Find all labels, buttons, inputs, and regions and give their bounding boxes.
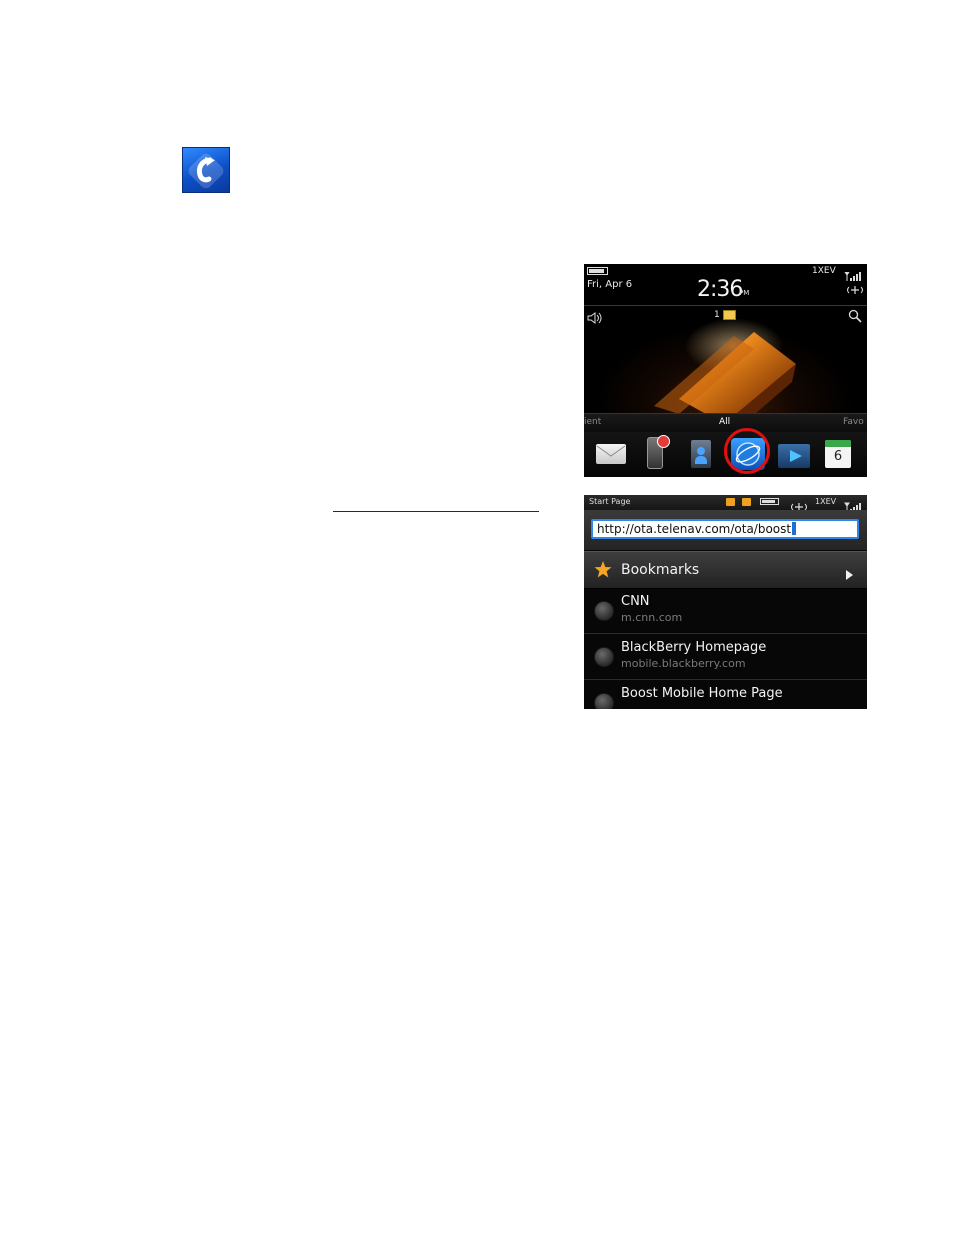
bookmark-item[interactable]: BlackBerry Homepage mobile.blackberry.co… [584, 634, 867, 680]
message-icon [742, 498, 751, 506]
divider [584, 305, 867, 306]
network-label: 1XEV [812, 266, 836, 276]
star-icon [594, 561, 612, 582]
bookmark-item[interactable]: CNN m.cnn.com [584, 588, 867, 634]
telenav-app-icon [182, 147, 230, 193]
messenger-icon[interactable] [647, 435, 670, 469]
bookmarks-row[interactable]: Bookmarks [584, 551, 867, 589]
search-icon[interactable] [848, 308, 862, 327]
contacts-icon[interactable] [691, 440, 711, 468]
globe-icon [594, 693, 614, 709]
app-tabs: ient All Favo [584, 413, 867, 432]
date-label: Fri, Apr 6 [587, 279, 633, 290]
url-input[interactable]: http://ota.telenav.com/ota/boost [591, 519, 859, 539]
browser-screen: Start Page 1XEV http://ota.telenav.com/o… [584, 495, 867, 709]
message-notification-icon[interactable] [723, 310, 736, 320]
chevron-right-icon [846, 565, 853, 584]
bookmark-title: BlackBerry Homepage [621, 640, 767, 655]
battery-icon [587, 267, 608, 275]
link-underline [333, 511, 539, 512]
text-cursor [792, 522, 797, 535]
notification-count: 1 [714, 310, 720, 320]
bookmark-url: m.cnn.com [621, 611, 683, 624]
sound-icon[interactable] [587, 309, 603, 328]
tab-recent[interactable]: ient [584, 417, 601, 427]
clock-time: 2:36 [697, 277, 743, 302]
lock-icon [726, 498, 735, 506]
address-bar: http://ota.telenav.com/ota/boost [584, 510, 867, 550]
tab-all[interactable]: All [719, 417, 730, 427]
media-icon[interactable] [778, 444, 810, 468]
radio-icon [846, 280, 864, 299]
url-text: http://ota.telenav.com/ota/boost [597, 522, 792, 536]
bookmark-url: mobile.blackberry.com [621, 657, 746, 670]
bookmark-title: Boost Mobile Home Page [621, 686, 783, 701]
page-title: Start Page [589, 497, 631, 506]
network-label: 1XEV [815, 497, 837, 506]
battery-icon [760, 498, 779, 505]
home-screen: Fri, Apr 6 2:36 PM 1XEV 1 ient All Favo [584, 264, 867, 477]
tab-favorites[interactable]: Favo [843, 417, 864, 427]
calendar-day: 6 [833, 449, 843, 464]
globe-icon [594, 601, 614, 621]
bookmarks-label: Bookmarks [621, 562, 700, 578]
bookmark-title: CNN [621, 594, 650, 609]
clock-ampm: PM [739, 289, 750, 297]
bookmark-item[interactable]: Boost Mobile Home Page [584, 680, 867, 709]
mail-icon[interactable] [596, 444, 626, 464]
highlight-ring [724, 428, 770, 474]
calendar-icon[interactable]: 6 [825, 440, 851, 468]
browser-status-bar: Start Page 1XEV [584, 495, 867, 512]
globe-icon [594, 647, 614, 667]
